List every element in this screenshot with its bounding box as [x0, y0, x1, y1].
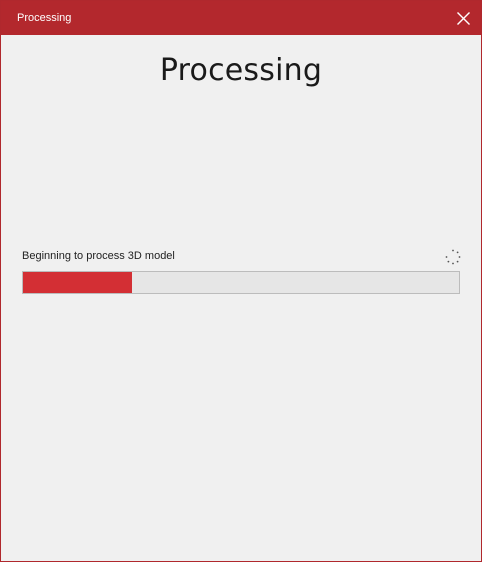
progress-bar-fill — [23, 272, 132, 293]
close-button[interactable] — [447, 1, 481, 35]
progress-bar — [22, 271, 460, 294]
status-text: Beginning to process 3D model — [22, 250, 175, 262]
loading-spinner-icon — [445, 249, 461, 265]
title-bar: Processing — [1, 1, 481, 35]
close-icon — [457, 12, 470, 25]
window-title: Processing — [17, 12, 72, 24]
processing-dialog: Processing Processing Beginning to proce… — [0, 0, 482, 562]
page-title: Processing — [159, 53, 323, 88]
